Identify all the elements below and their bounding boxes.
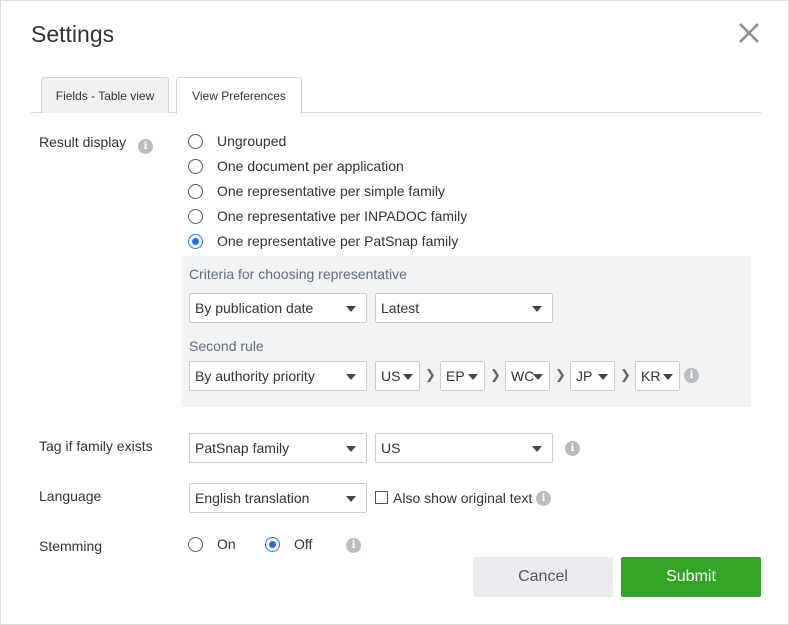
radio-label: Ungrouped <box>217 133 286 149</box>
language-label: Language <box>39 488 101 504</box>
radio-one-document-per-application[interactable]: One document per application <box>188 157 404 175</box>
info-icon[interactable]: i <box>346 538 361 553</box>
submit-button[interactable]: Submit <box>621 557 761 597</box>
second-rule-label: Second rule <box>189 338 264 354</box>
criteria-order-select[interactable]: Latest <box>375 293 553 323</box>
radio-button[interactable] <box>188 159 203 174</box>
select-value: WC <box>511 368 534 384</box>
second-rule-select[interactable]: By authority priority <box>189 361 367 391</box>
select-value: US <box>381 440 400 456</box>
tab-view-preferences[interactable]: View Preferences <box>176 77 302 114</box>
result-display-text: Result display <box>39 134 126 150</box>
radio-button-checked[interactable] <box>265 537 280 552</box>
caret-down-icon <box>346 374 356 380</box>
dialog-title: Settings <box>31 21 114 48</box>
select-value: English translation <box>195 490 309 506</box>
criteria-by-select[interactable]: By publication date <box>189 293 367 323</box>
select-value: PatSnap family <box>195 440 289 456</box>
caret-down-icon <box>533 374 543 380</box>
info-icon[interactable]: i <box>565 441 580 456</box>
radio-ungrouped[interactable]: Ungrouped <box>188 132 286 150</box>
settings-dialog: Settings Fields - Table view View Prefer… <box>0 0 789 625</box>
select-value: By publication date <box>195 300 313 316</box>
tab-fields-table-view[interactable]: Fields - Table view <box>41 77 169 113</box>
info-icon[interactable]: i <box>684 368 699 383</box>
authority-select-ep[interactable]: EP <box>440 361 485 391</box>
close-icon[interactable] <box>736 20 762 46</box>
radio-label: One document per application <box>217 158 404 174</box>
info-icon[interactable]: i <box>536 491 551 506</box>
info-icon[interactable]: i <box>138 139 153 154</box>
chevron-right-icon: ❯ <box>425 367 436 383</box>
authority-select-jp[interactable]: JP <box>570 361 615 391</box>
select-value: KR <box>641 368 660 384</box>
stemming-label: Stemming <box>39 538 102 554</box>
select-value: US <box>381 368 400 384</box>
radio-button[interactable] <box>188 537 203 552</box>
caret-down-icon <box>663 374 673 380</box>
tag-family-label: Tag if family exists <box>39 438 153 454</box>
language-select[interactable]: English translation <box>189 483 367 513</box>
radio-patsnap-family[interactable]: One representative per PatSnap family <box>188 232 458 250</box>
radio-button-checked[interactable] <box>188 234 203 249</box>
cancel-button[interactable]: Cancel <box>473 557 613 597</box>
select-value: JP <box>576 368 592 384</box>
also-show-original-label: Also show original text <box>393 490 532 506</box>
caret-down-icon <box>532 446 542 452</box>
radio-inpadoc-family[interactable]: One representative per INPADOC family <box>188 207 467 225</box>
select-value: Latest <box>381 300 419 316</box>
caret-down-icon <box>346 306 356 312</box>
tab-bar: Fields - Table view View Preferences <box>31 77 761 113</box>
caret-down-icon <box>346 446 356 452</box>
radio-label: One representative per INPADOC family <box>217 208 467 224</box>
authority-select-us[interactable]: US <box>375 361 420 391</box>
criteria-label: Criteria for choosing representative <box>189 266 407 282</box>
also-show-original-checkbox[interactable] <box>375 491 388 504</box>
caret-down-icon <box>346 496 356 502</box>
radio-label: On <box>217 536 236 552</box>
radio-button[interactable] <box>188 209 203 224</box>
radio-label: Off <box>294 536 312 552</box>
radio-button[interactable] <box>188 134 203 149</box>
radio-simple-family[interactable]: One representative per simple family <box>188 182 445 200</box>
stemming-radio-off[interactable]: Off <box>265 535 312 553</box>
radio-label: One representative per PatSnap family <box>217 233 458 249</box>
chevron-right-icon: ❯ <box>555 367 566 383</box>
tag-family-select[interactable]: PatSnap family <box>189 433 367 463</box>
result-display-label: Result display i <box>39 134 153 154</box>
caret-down-icon <box>468 374 478 380</box>
select-value: By authority priority <box>195 368 315 384</box>
stemming-radio-on[interactable]: On <box>188 535 236 553</box>
caret-down-icon <box>403 374 413 380</box>
chevron-right-icon: ❯ <box>490 367 501 383</box>
radio-label: One representative per simple family <box>217 183 445 199</box>
authority-select-wc[interactable]: WC <box>505 361 550 391</box>
authority-select-kr[interactable]: KR <box>635 361 680 391</box>
caret-down-icon <box>532 306 542 312</box>
select-value: EP <box>446 368 465 384</box>
radio-button[interactable] <box>188 184 203 199</box>
tag-country-select[interactable]: US <box>375 433 553 463</box>
caret-down-icon <box>598 374 608 380</box>
chevron-right-icon: ❯ <box>620 367 631 383</box>
